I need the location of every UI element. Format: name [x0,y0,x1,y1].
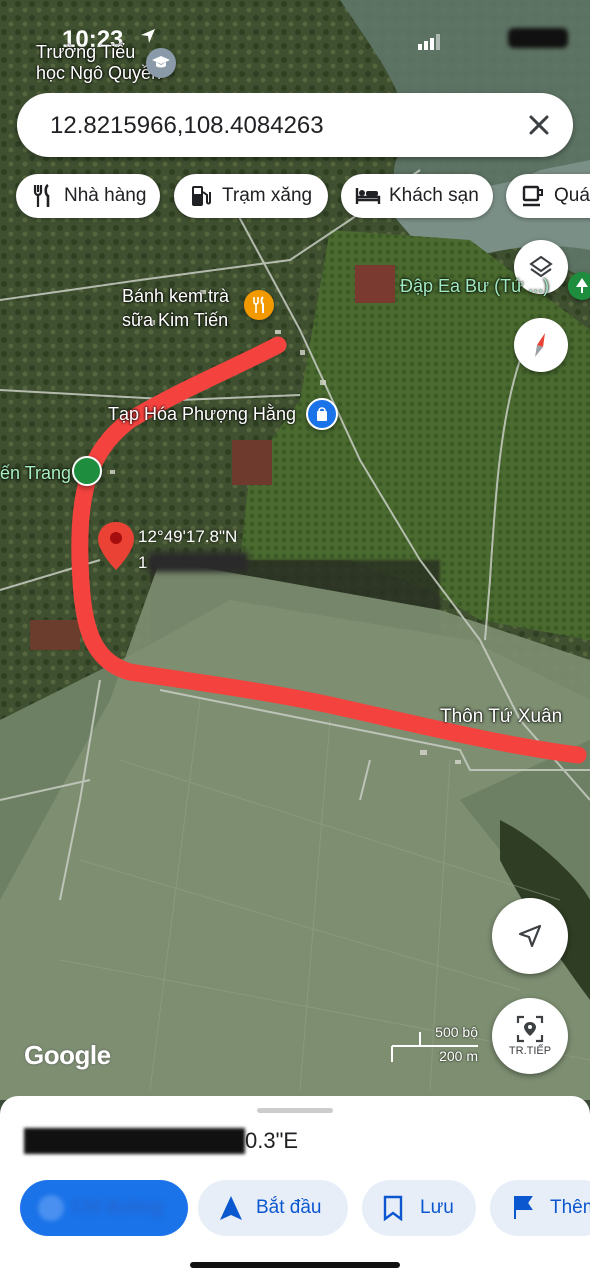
search-input[interactable]: 12.8215966,108.4084263 [50,112,324,140]
place-label-left[interactable]: ến Trang [0,463,71,484]
map-view[interactable]: 10:23 Trường Tiểu học Ngô Quyền 12.82159… [0,0,590,1100]
home-indicator [190,1262,400,1268]
bed-icon [355,183,381,209]
search-bar[interactable]: 12.8215966,108.4084263 [17,93,573,157]
chip-restaurants[interactable]: Nhà hàng [16,174,160,218]
flag-icon [514,1196,533,1219]
my-location-button[interactable] [492,898,568,974]
place-label-village[interactable]: Thôn Tứ Xuân [440,706,562,728]
lens-scan-icon [516,1015,544,1043]
start-button[interactable]: Bắt đầu [198,1180,348,1236]
navigation-arrow-icon [518,924,542,948]
school-icon[interactable] [146,48,176,78]
signal-icon [418,34,440,50]
place-label-school[interactable]: Trường Tiểu học Ngô Quyền [36,42,161,84]
directions-icon [38,1195,64,1221]
sheet-handle[interactable] [257,1108,333,1113]
compass-icon [535,333,545,357]
chip-cafes[interactable]: Quán [506,174,590,218]
map-scale: 500 bộ 200 m [390,1024,480,1066]
chip-hotels[interactable]: Khách sạn [341,174,493,218]
pin-coordinate-label-2: 1 [138,553,148,572]
redacted-coordinate: 12°49'17.8"N 108°24'3 [24,1128,245,1154]
bookmark-icon [383,1195,403,1221]
pin-coordinate-label: 12°49'17.8"N [138,527,238,546]
save-button[interactable]: Lưu [362,1180,476,1236]
redaction-block [148,552,248,572]
shopping-bag-icon[interactable] [306,398,338,430]
chip-gas-stations[interactable]: Trạm xăng [174,174,328,218]
park-icon[interactable] [568,272,590,300]
directions-button[interactable]: Chỉ đường [20,1180,188,1236]
more-button[interactable]: Thêm [490,1180,590,1236]
coordinate-title: 12°49'17.8"N 108°24'30.3"E [24,1128,299,1154]
place-label-bakery[interactable]: Bánh kem.trà sữa Kim Tiến [122,284,229,332]
fork-knife-icon [30,183,56,209]
place-label-grocery[interactable]: Tạp Hóa Phượng Hằng [108,404,296,425]
map-pin-icon[interactable] [96,520,136,572]
navigation-icon [220,1196,242,1220]
compass-button[interactable] [514,318,568,372]
google-logo: Google [24,1040,111,1070]
battery-icon [508,28,568,48]
coffee-cup-icon [520,183,546,209]
place-label-dam[interactable]: Đập Ea Bư (Tứ ...) [400,276,549,297]
place-pin-icon[interactable] [72,456,102,486]
close-icon[interactable] [523,109,555,141]
next-button[interactable]: TR.TIẾP [492,998,568,1074]
restaurant-pin-icon[interactable] [244,290,274,320]
gas-station-icon [188,183,214,209]
category-chips: Nhà hàng Trạm xăng Khách sạn Quán [16,174,590,218]
